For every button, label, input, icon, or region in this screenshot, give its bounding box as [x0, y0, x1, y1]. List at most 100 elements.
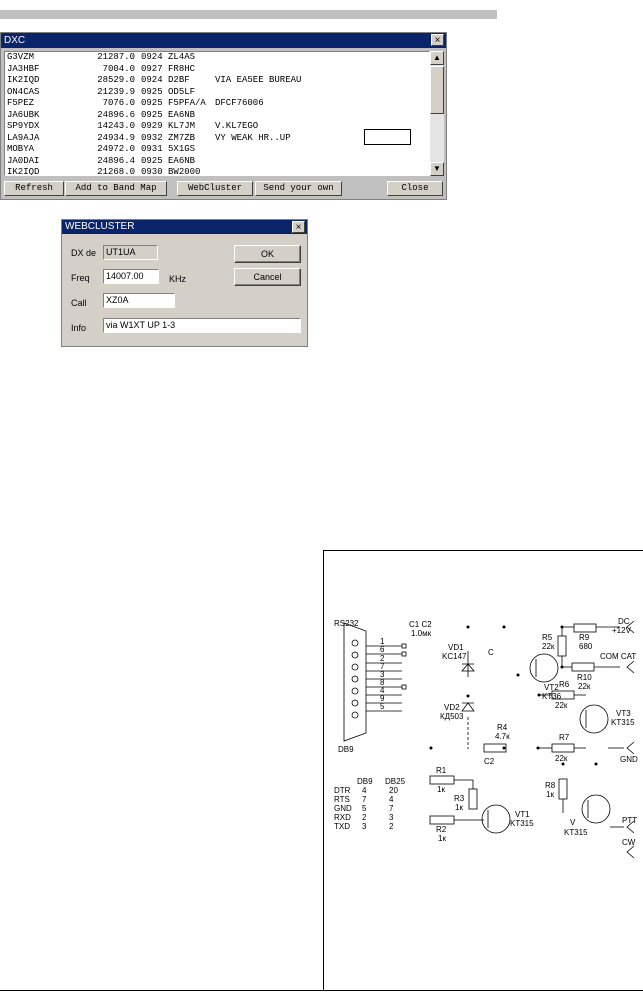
spot-dx-call: D2BF	[168, 75, 190, 85]
table-db9-pin: 5	[362, 804, 367, 813]
spot-row[interactable]: MOBYA 24972.0 0931 5X1GS	[5, 144, 429, 156]
r9-label: R9	[579, 633, 590, 642]
spot-row[interactable]: JA3HBF 7004.0 0927 FR8HC	[5, 64, 429, 76]
spot-time-dx: 0927 FR8HC	[141, 64, 195, 76]
spot-dx-call: EA6NB	[168, 109, 196, 120]
spot-row[interactable]: IK2IQD 28529.0 0924 D2BF VIA EA5EE BUREAU	[5, 75, 429, 87]
webcluster-button[interactable]: WebCluster	[177, 181, 253, 196]
r10-value: 22к	[578, 682, 591, 691]
spot-row[interactable]: JA0DAI 24896.4 0925 EA6NB	[5, 156, 429, 168]
spot-freq: 21239.9	[97, 86, 135, 97]
spot-call: JA0DAI	[7, 155, 40, 166]
spot-time-dx: 0925 EA6NB	[141, 110, 195, 122]
spot-call: JA3HBF	[7, 63, 40, 74]
info-input[interactable]: via W1XT UP 1-3	[103, 318, 301, 333]
vt4-label: V	[570, 818, 576, 827]
r5-label: R5	[542, 633, 553, 642]
spot-list[interactable]: G3VZM 21287.0 0924 ZL4AS JA3HBF 7004.0 0927 F…	[4, 51, 430, 176]
spot-dx-call: BW2000	[168, 167, 201, 176]
interface-schematic: RS232 DB9 162738495 C1 C2 1.0мк C VD1 KC…	[334, 617, 638, 859]
spot-call: IK2IQD	[7, 75, 40, 85]
db9-label: DB9	[338, 745, 354, 754]
r3-value: 1к	[455, 803, 463, 812]
spot-time: 0930	[141, 167, 163, 176]
com-cat-label: COM CAT	[600, 652, 636, 661]
top-gray-bar	[0, 10, 497, 19]
spot-row[interactable]: G3VZM 21287.0 0924 ZL4AS	[5, 52, 429, 64]
scroll-thumb[interactable]	[430, 66, 444, 114]
spot-call: JA6UBK	[7, 109, 40, 120]
spot-time: 0925	[141, 98, 163, 108]
pin-numbers: 162738495	[380, 637, 385, 711]
spot-row[interactable]: JA6UBK 24896.6 0925 EA6NB	[5, 110, 429, 122]
r9-value: 680	[579, 642, 593, 651]
close-button[interactable]: Close	[387, 181, 443, 196]
add-to-band-map-button[interactable]: Add to Band Map	[65, 181, 167, 196]
r5-value: 22к	[542, 642, 555, 651]
spot-call: LA9AJA	[7, 132, 40, 143]
spot-freq: 21268.0	[97, 167, 135, 176]
spot-dx-call: 5X1GS	[168, 144, 196, 154]
vt2-label: VT2	[544, 683, 559, 692]
caps-value: 1.0мк	[411, 629, 432, 638]
table-db25-pin: 20	[389, 786, 398, 795]
table-db25-pin: 2	[389, 822, 394, 831]
spot-call: F5PEZ	[7, 98, 35, 108]
table-signal: RTS	[334, 795, 350, 804]
table-signal: TXD	[334, 822, 350, 831]
spot-time: 0924	[141, 52, 163, 62]
spot-dx-call: ZM7ZB	[168, 132, 196, 143]
ok-button[interactable]: OK	[234, 245, 301, 263]
dxc-window: DXC × G3VZM 21287.0 0924 ZL4AS JA3HBF 7004.0…	[0, 32, 447, 200]
spot-time-dx: 0930 BW2000	[141, 167, 201, 176]
spot-call: G3VZM	[7, 52, 35, 62]
r8-label: R8	[545, 781, 556, 790]
freq-input[interactable]: 14007.00	[103, 269, 159, 284]
cancel-button[interactable]: Cancel	[234, 268, 301, 286]
call-input[interactable]: XZ0A	[103, 293, 175, 308]
spot-time-dx: 0925 F5PFA/A	[141, 98, 206, 110]
dxc-titlebar: DXC ×	[1, 33, 446, 48]
webcluster-titlebar: WEBCLUSTER ×	[62, 220, 307, 234]
spot-row[interactable]: ON4CAS 21239.9 0925 OD5LF	[5, 87, 429, 99]
spot-call: IK2IQD	[7, 167, 40, 176]
table-db25-pin: 4	[389, 795, 394, 804]
spot-row[interactable]: IK2IQD 21268.0 0930 BW2000	[5, 167, 429, 176]
spot-list-scrollbar[interactable]: ▲ ▼	[430, 51, 444, 176]
spot-freq: 7076.0	[102, 98, 135, 108]
spot-freq: 24972.0	[97, 144, 135, 154]
vt1-type: KT315	[510, 819, 534, 828]
dxc-close-icon[interactable]: ×	[431, 34, 444, 46]
send-your-own-button[interactable]: Send your own	[255, 181, 342, 196]
table-signal: DTR	[334, 786, 351, 795]
r7-label: R7	[559, 733, 570, 742]
pin-number: 6	[380, 645, 385, 654]
spot-call: ON4CAS	[7, 86, 40, 97]
refresh-button[interactable]: Refresh	[4, 181, 64, 196]
scroll-down-icon[interactable]: ▼	[430, 162, 444, 176]
spot-comment: V.KL7EGO	[215, 121, 259, 131]
table-signal: RXD	[334, 813, 351, 822]
scroll-up-icon[interactable]: ▲	[430, 51, 444, 65]
r1-value: 1к	[437, 785, 445, 794]
spot-freq: 24896.6	[97, 109, 135, 120]
dxc-title: DXC	[4, 35, 26, 46]
vd2-type: КД503	[440, 712, 464, 721]
spot-time-dx: 0931 5X1GS	[141, 144, 195, 156]
spot-time: 0929	[141, 121, 163, 131]
freq-unit: KHz	[169, 274, 187, 284]
spot-row[interactable]: F5PEZ 7076.0 0925 F5PFA/A DFCF76006	[5, 98, 429, 110]
table-header-db9: DB9	[357, 777, 373, 786]
spot-time: 0927	[141, 63, 163, 74]
spot-comment: VIA EA5EE BUREAU	[215, 75, 302, 85]
spot-dx-call: FR8HC	[168, 63, 196, 74]
spot-time: 0924	[141, 75, 163, 85]
spot-time: 0925	[141, 109, 163, 120]
r8-value: 1к	[546, 790, 554, 799]
spot-time-dx: 0924 D2BF	[141, 75, 190, 87]
r7-value: 22к	[555, 754, 568, 763]
freq-label: Freq	[71, 273, 90, 283]
spot-time-dx: 0932 ZM7ZB	[141, 133, 195, 145]
table-db9-pin: 4	[362, 786, 367, 795]
webcluster-close-icon[interactable]: ×	[292, 221, 305, 233]
